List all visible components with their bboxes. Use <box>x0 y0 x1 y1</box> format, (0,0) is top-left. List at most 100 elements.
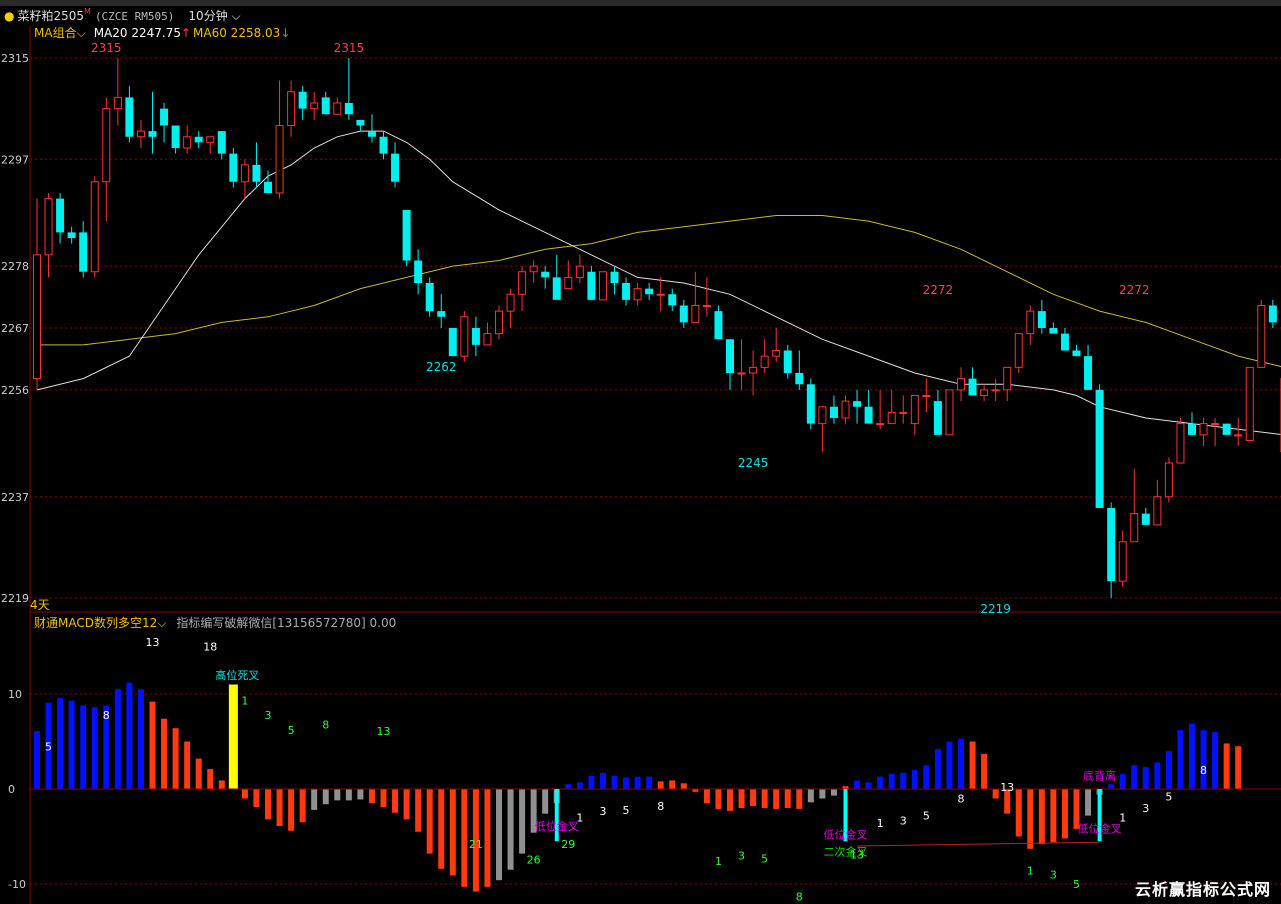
candle-body-down <box>194 136 203 143</box>
macd-bar <box>1131 765 1138 789</box>
macd-bar <box>911 770 918 789</box>
candle-body-up <box>887 411 896 425</box>
candle-body-down <box>1060 333 1069 351</box>
macd-signal-label: 低位金叉 <box>824 827 868 841</box>
macd-bar <box>773 789 780 809</box>
candle-body-down <box>321 97 330 115</box>
candle-body-down <box>1188 423 1196 435</box>
macd-bar <box>680 783 687 789</box>
macd-bar <box>946 741 953 789</box>
candle-body-down <box>298 91 307 109</box>
candle-body-down <box>622 283 631 300</box>
macd-bar <box>126 682 133 789</box>
candle-body-down <box>783 350 792 373</box>
candle-body-up <box>772 350 781 357</box>
candle-body-down <box>587 271 596 300</box>
candle-body-down <box>714 311 723 340</box>
macd-bar <box>253 789 260 808</box>
macd-bar <box>1027 789 1034 849</box>
macd-bar <box>877 776 884 789</box>
candle-body-down <box>806 384 815 424</box>
candle-body-down <box>864 406 873 424</box>
kline-macd-chart[interactable]: 2315 2297 2278 2267 2256 2237 2219 10 0 -10 2315 23… <box>0 0 1281 904</box>
candle-body-down <box>1095 389 1104 508</box>
candle-body-up <box>1199 423 1208 436</box>
macd-bar <box>137 689 144 789</box>
macd-bar <box>241 789 248 799</box>
macd-count-label: 5 <box>45 740 52 753</box>
macd-count-label: 29 <box>561 838 575 851</box>
candle-body-down <box>391 153 400 182</box>
candle-body-up <box>460 316 469 357</box>
macd-bar <box>784 789 791 808</box>
macd-count-label: 5 <box>623 804 630 817</box>
macd-bar <box>1223 743 1230 789</box>
candle-body-up <box>44 198 53 256</box>
price-tick-label: 2219 <box>1 592 29 605</box>
macd-bar <box>218 780 225 789</box>
price-extreme-label: 2272 <box>923 283 954 297</box>
price-extreme-label: 2245 <box>738 456 769 470</box>
macd-bar <box>796 789 803 809</box>
candle-body-down <box>148 131 157 137</box>
macd-count-label: 3 <box>599 805 606 818</box>
price-tick-label: 2297 <box>1 153 29 166</box>
candle-body-up <box>275 125 284 194</box>
macd-bar <box>865 782 872 789</box>
macd-count-label: 1 <box>1119 812 1126 825</box>
macd-bar <box>334 789 341 801</box>
macd-bar <box>565 784 572 789</box>
macd-count-label: 13 <box>377 725 391 738</box>
macd-bar <box>228 684 238 789</box>
ma20-line <box>36 130 1281 435</box>
macd-bar <box>611 775 618 789</box>
macd-count-label: 3 <box>265 709 272 722</box>
candle-body-down <box>79 232 88 272</box>
candle-body-up <box>310 102 319 110</box>
macd-count-label: 21 <box>469 838 483 851</box>
macd-bar <box>288 789 295 831</box>
candle-body-up <box>33 254 41 380</box>
candle-body-down <box>437 311 446 317</box>
macd-bar <box>57 697 64 789</box>
candle-body-down <box>125 97 134 137</box>
macd-tick-label: 10 <box>8 688 22 701</box>
candle-body-down <box>552 277 561 300</box>
price-extreme-label: 2315 <box>334 41 365 55</box>
candle-body-up <box>1118 541 1127 582</box>
macd-count-label: 3 <box>900 814 907 827</box>
macd-bar <box>380 789 387 808</box>
macd-bar <box>958 738 964 789</box>
candle-body-up <box>564 276 573 290</box>
candle-body-down <box>367 131 376 137</box>
macd-count-label: 5 <box>761 852 768 865</box>
macd-bar <box>634 776 641 789</box>
candle-body-down <box>1084 356 1093 390</box>
candle-body-up <box>1245 366 1254 441</box>
macd-bar <box>1119 773 1126 789</box>
macd-bar <box>357 789 364 800</box>
macd-count-label: 8 <box>958 793 965 806</box>
macd-count-label: 13 <box>850 849 864 862</box>
candle-body-down <box>344 103 353 115</box>
candle-body-up <box>656 293 665 296</box>
watermark: 云析赢指标公式网 <box>1134 880 1271 899</box>
macd-bar <box>599 772 606 789</box>
macd-count-label: 13 <box>146 636 160 649</box>
candle-body-up <box>1164 462 1173 498</box>
candle-body-down <box>541 271 550 278</box>
candle-body-up <box>922 395 931 397</box>
macd-bar <box>1212 732 1219 789</box>
macd-bar <box>149 701 156 789</box>
macd-bar <box>34 731 40 789</box>
macd-bar <box>114 689 121 789</box>
candle-body-down <box>67 232 76 238</box>
macd-count-label: 5 <box>1165 791 1172 804</box>
price-extreme-label: 2315 <box>91 41 122 55</box>
candle-body-down <box>56 198 65 233</box>
candle-body-down <box>229 153 238 182</box>
macd-count-label: 8 <box>796 890 803 903</box>
macd-tick-label: 0 <box>8 783 15 796</box>
macd-bar <box>854 780 861 789</box>
macd-count-label: 13 <box>1000 781 1014 794</box>
